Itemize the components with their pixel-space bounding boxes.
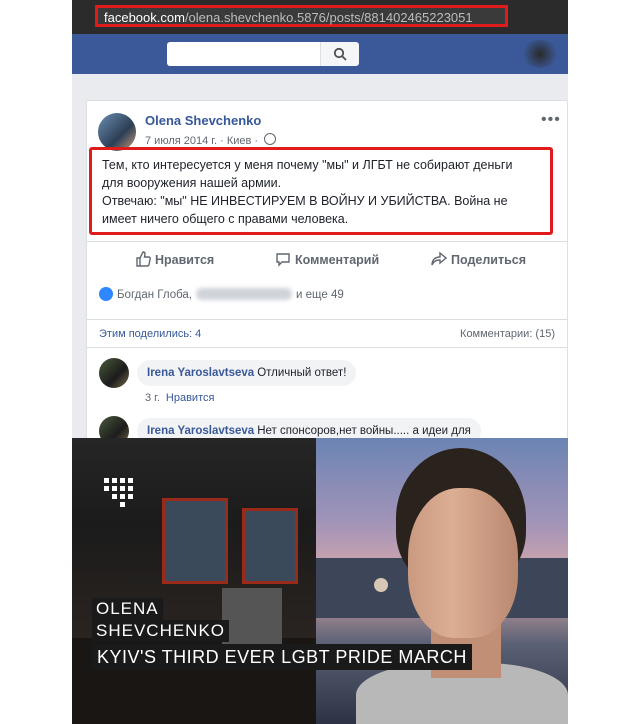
comment-author[interactable]: Irena Yaroslavtseva xyxy=(147,367,254,379)
blurred-name xyxy=(196,288,293,300)
facebook-header xyxy=(72,34,568,74)
comment-text: Отличный ответ! xyxy=(257,367,347,379)
meta-separator: · xyxy=(220,135,224,147)
comment-icon xyxy=(276,253,290,267)
like-button[interactable]: Нравится xyxy=(135,251,214,267)
studio-window xyxy=(242,508,298,584)
comment-author[interactable]: Irena Yaroslavtseva xyxy=(147,425,254,437)
lower-third-caption: OLENA SHEVCHENKO KYIV'S THIRD EVER LGBT … xyxy=(92,598,472,670)
url-path: /olena.shevchenko.5876/posts/88140246522… xyxy=(184,10,473,25)
more-options-icon[interactable]: ••• xyxy=(541,111,561,129)
post-meta: 7 июля 2014 г. · Киев · xyxy=(145,133,277,147)
post-location[interactable]: Киев xyxy=(227,135,252,147)
studio-window xyxy=(162,498,228,584)
comment-button[interactable]: Комментарий xyxy=(275,251,379,267)
earpiece xyxy=(374,578,388,592)
reactions-summary[interactable]: Богдан Глоба, и еще 49 xyxy=(99,287,344,301)
caption-title: KYIV'S THIRD EVER LGBT PRIDE MARCH xyxy=(92,644,472,670)
url-highlight-box[interactable]: facebook.com/olena.shevchenko.5876/posts… xyxy=(95,5,508,27)
caption-name-line1: OLENA xyxy=(92,598,163,620)
url-text[interactable]: facebook.com/olena.shevchenko.5876/posts… xyxy=(104,10,473,25)
comment-like-link[interactable]: Нравится xyxy=(166,392,215,404)
share-icon xyxy=(431,251,448,266)
share-button[interactable]: Поделиться xyxy=(431,251,526,267)
globe-icon[interactable] xyxy=(264,133,277,145)
caption-name-line2: SHEVCHENKO xyxy=(92,620,230,642)
interviewee-portrait xyxy=(316,438,568,724)
studio-background xyxy=(72,438,316,724)
comments-count[interactable]: Комментарии: (15) xyxy=(460,328,555,340)
post-text-line: Тем, кто интересуется у меня почему "мы"… xyxy=(102,158,513,172)
search-icon xyxy=(333,47,347,61)
like-reaction-icon xyxy=(99,287,113,301)
post-text-line: имеет ничего общего с правами человека. xyxy=(102,212,349,226)
browser-address-bar: facebook.com/olena.shevchenko.5876/posts… xyxy=(72,0,568,34)
comment-bubble: Irena Yaroslavtseva Отличный ответ! xyxy=(137,360,357,386)
comment-meta: 3 г. Нравится xyxy=(145,392,214,404)
post-text-line: Отвечаю: "мы" НЕ ИНВЕСТИРУЕМ В ВОЙНУ И У… xyxy=(102,194,508,208)
profile-avatar-blurred[interactable] xyxy=(522,40,558,68)
shares-link[interactable]: Этим поделились: 4 xyxy=(99,328,201,340)
post-author[interactable]: Olena Shevchenko xyxy=(145,113,261,128)
feed: Olena Shevchenko 7 июля 2014 г. · Киев ·… xyxy=(72,74,568,448)
reaction-first-name: Богдан Глоба, xyxy=(117,289,193,301)
url-host: facebook.com xyxy=(104,10,185,25)
comment-text: Нет спонсоров,нет войны..... а идеи для xyxy=(257,425,471,437)
comment-label: Комментарий xyxy=(295,253,380,267)
post-text-highlight: Тем, кто интересуется у меня почему "мы"… xyxy=(89,147,553,235)
reaction-more: и еще 49 xyxy=(296,289,344,301)
search-button[interactable] xyxy=(320,42,359,66)
comments-list: Irena Yaroslavtseva Отличный ответ! 3 г. Н… xyxy=(87,347,567,448)
like-label: Нравится xyxy=(155,253,215,267)
comment-time[interactable]: 3 г. xyxy=(145,392,160,404)
channel-logo-icon xyxy=(104,478,134,508)
screenshot-frame: facebook.com/olena.shevchenko.5876/posts… xyxy=(72,0,568,724)
thumbs-up-icon xyxy=(136,251,151,267)
post-text-line: для вооружения нашей армии. xyxy=(102,176,282,190)
commenter-avatar[interactable] xyxy=(99,358,129,388)
post-date[interactable]: 7 июля 2014 г. xyxy=(145,135,217,147)
post-card: Olena Shevchenko 7 июля 2014 г. · Киев ·… xyxy=(86,100,568,448)
share-label: Поделиться xyxy=(451,253,527,267)
shares-row: Этим поделились: 4 Комментарии: (15) xyxy=(87,319,567,344)
post-actions: Нравится Комментарий Поделиться xyxy=(87,241,567,276)
author-avatar[interactable] xyxy=(98,113,136,151)
meta-separator-2: · xyxy=(254,135,259,147)
post-text: Тем, кто интересуется у меня почему "мы"… xyxy=(102,156,547,228)
video-still: OLENA SHEVCHENKO KYIV'S THIRD EVER LGBT … xyxy=(72,438,568,724)
